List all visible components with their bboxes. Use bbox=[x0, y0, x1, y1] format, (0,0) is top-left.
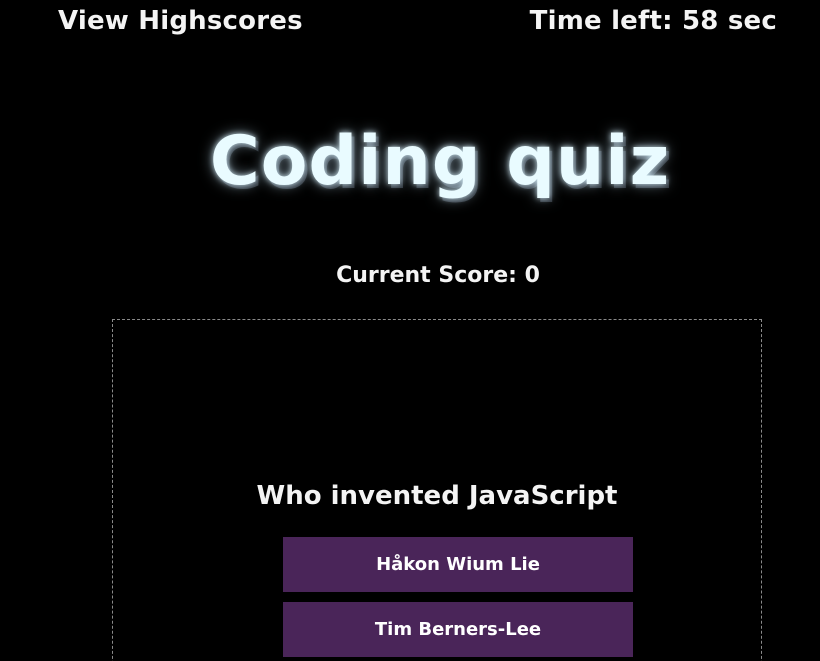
score-value: 0 bbox=[524, 263, 540, 288]
question-text: Who invented JavaScript bbox=[256, 481, 618, 511]
header-bar: View Highscores Time left: 58 sec bbox=[0, 0, 820, 50]
answer-button[interactable]: Håkon Wium Lie bbox=[283, 537, 633, 592]
current-score: Current Score: 0 bbox=[0, 263, 820, 288]
score-label: Current Score: bbox=[336, 263, 517, 288]
view-highscores-link[interactable]: View Highscores bbox=[58, 6, 303, 36]
timer: Time left: 58 sec bbox=[530, 6, 777, 36]
answer-list: Håkon Wium Lie Tim Berners-Lee bbox=[283, 537, 633, 661]
timer-label: Time left: bbox=[529, 6, 673, 36]
answer-button[interactable]: Tim Berners-Lee bbox=[283, 602, 633, 657]
timer-unit: sec bbox=[727, 6, 777, 36]
page-title: Coding quiz bbox=[209, 122, 671, 201]
timer-value: 58 bbox=[682, 6, 719, 36]
